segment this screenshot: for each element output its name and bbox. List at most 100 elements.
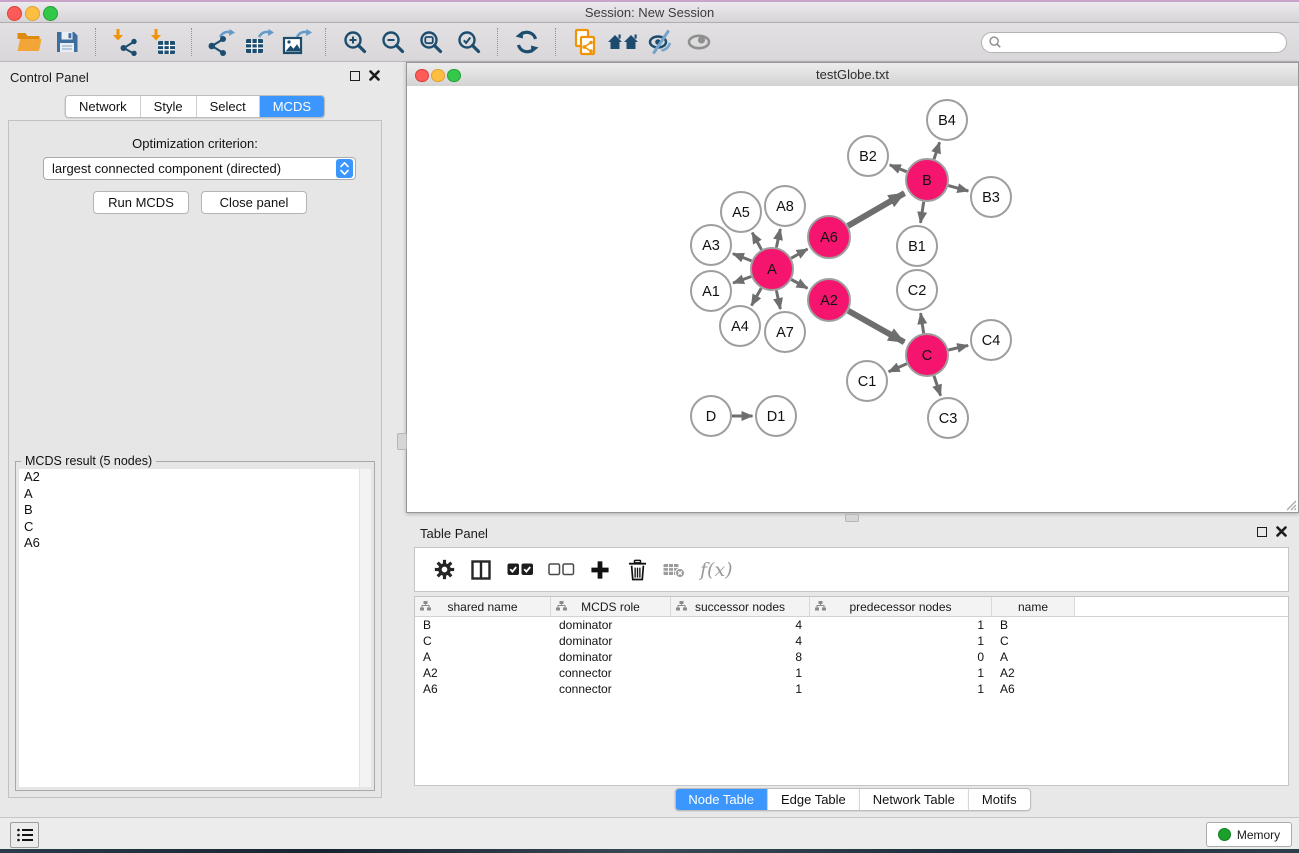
table-cell[interactable]: A2	[415, 666, 551, 680]
table-row[interactable]: A2connector11A2	[415, 665, 1288, 681]
graph-edge-C-C4[interactable]	[948, 345, 968, 350]
close-panel-button[interactable]: Close panel	[201, 191, 307, 214]
table-cell[interactable]: 1	[810, 666, 992, 680]
close-panel-icon[interactable]	[369, 70, 380, 81]
graph-node-C4[interactable]: C4	[971, 320, 1011, 360]
table-cell[interactable]: 1	[810, 634, 992, 648]
graph-edge-A2-C[interactable]	[848, 311, 904, 343]
memory-button[interactable]: Memory	[1206, 822, 1292, 847]
float-panel-icon[interactable]	[350, 71, 360, 81]
table-row[interactable]: Bdominator41B	[415, 617, 1288, 633]
graph-edge-A6-B[interactable]	[848, 193, 905, 226]
graph-edge-B-B4[interactable]	[934, 142, 940, 159]
zoom-in-icon[interactable]	[339, 26, 371, 58]
table-cell[interactable]: A6	[992, 682, 1075, 696]
delete-table-icon[interactable]	[661, 557, 687, 583]
copy-network-icon[interactable]	[569, 26, 601, 58]
graph-edge-A-A6[interactable]	[791, 249, 807, 258]
column-header-successor-nodes[interactable]: successor nodes	[671, 597, 810, 616]
graph-edge-B-B3[interactable]	[948, 186, 968, 191]
table-cell[interactable]: dominator	[551, 650, 671, 664]
zoom-out-icon[interactable]	[377, 26, 409, 58]
delete-column-icon[interactable]	[624, 557, 650, 583]
graph-edge-C-C1[interactable]	[889, 364, 907, 372]
mcds-result-item[interactable]: C	[19, 519, 371, 536]
table-cell[interactable]: connector	[551, 682, 671, 696]
resize-grip-icon[interactable]	[1283, 497, 1297, 511]
column-header-predecessor-nodes[interactable]: predecessor nodes	[810, 597, 992, 616]
run-mcds-button[interactable]: Run MCDS	[93, 191, 189, 214]
export-image-icon[interactable]	[281, 26, 313, 58]
table-options-gear-icon[interactable]	[431, 557, 457, 583]
graph-node-C2[interactable]: C2	[897, 270, 937, 310]
deselect-all-icon[interactable]	[546, 557, 576, 583]
table-cell[interactable]: connector	[551, 666, 671, 680]
graph-node-C[interactable]: C	[906, 334, 948, 376]
column-header-shared-name[interactable]: shared name	[415, 597, 551, 616]
table-row[interactable]: Cdominator41C	[415, 633, 1288, 649]
network-graph[interactable]: B4B2BB3A5A8A6A3B1AA1C2A2A4A7C4CC1C3DD1	[407, 86, 1298, 512]
graph-node-D1[interactable]: D1	[756, 396, 796, 436]
task-history-button[interactable]	[10, 822, 39, 848]
table-row[interactable]: Adominator80A	[415, 649, 1288, 665]
graph-edge-A-A8[interactable]	[776, 229, 780, 248]
graph-edge-B-B1[interactable]	[921, 202, 924, 223]
tab-network[interactable]: Network	[66, 96, 141, 117]
table-cell[interactable]: 1	[671, 666, 810, 680]
mcds-result-item[interactable]: A2	[19, 469, 371, 486]
select-all-icon[interactable]	[505, 557, 535, 583]
split-panel-icon[interactable]	[468, 557, 494, 583]
table-cell[interactable]: dominator	[551, 634, 671, 648]
import-network-icon[interactable]	[109, 26, 141, 58]
tab-select[interactable]: Select	[197, 96, 260, 117]
graph-node-A8[interactable]: A8	[765, 186, 805, 226]
show-all-icon[interactable]	[683, 26, 715, 58]
tab-mcds[interactable]: MCDS	[260, 96, 324, 117]
tab-style[interactable]: Style	[141, 96, 197, 117]
graph-node-A2[interactable]: A2	[808, 279, 850, 321]
mcds-result-item[interactable]: A6	[19, 535, 371, 552]
graph-node-C3[interactable]: C3	[928, 398, 968, 438]
tab-network-table[interactable]: Network Table	[860, 789, 969, 810]
scrollbar-track[interactable]	[359, 469, 371, 787]
graph-node-B2[interactable]: B2	[848, 136, 888, 176]
graph-edge-C-C3[interactable]	[934, 376, 941, 396]
zoom-selected-icon[interactable]	[453, 26, 485, 58]
column-header-mcds-role[interactable]: MCDS role	[551, 597, 671, 616]
tab-edge-table[interactable]: Edge Table	[768, 789, 860, 810]
network-canvas[interactable]: B4B2BB3A5A8A6A3B1AA1C2A2A4A7C4CC1C3DD1	[407, 86, 1298, 512]
graph-node-B1[interactable]: B1	[897, 226, 937, 266]
table-cell[interactable]: A2	[992, 666, 1075, 680]
table-cell[interactable]: C	[415, 634, 551, 648]
graph-edge-A-A2[interactable]	[791, 280, 807, 289]
graph-edge-B-B2[interactable]	[890, 165, 907, 172]
graph-node-A3[interactable]: A3	[691, 225, 731, 265]
table-cell[interactable]: 1	[671, 682, 810, 696]
graph-node-A4[interactable]: A4	[720, 306, 760, 346]
graph-node-A7[interactable]: A7	[765, 312, 805, 352]
graph-node-B[interactable]: B	[906, 159, 948, 201]
import-table-icon[interactable]	[147, 26, 179, 58]
table-cell[interactable]: B	[992, 618, 1075, 632]
mcds-result-item[interactable]: B	[19, 502, 371, 519]
graph-node-A6[interactable]: A6	[808, 216, 850, 258]
column-header-name[interactable]: name	[992, 597, 1075, 616]
tab-node-table[interactable]: Node Table	[675, 789, 768, 810]
close-panel-icon[interactable]	[1276, 526, 1287, 537]
graph-node-A[interactable]: A	[751, 248, 793, 290]
network-window-titlebar[interactable]: testGlobe.txt	[407, 63, 1298, 87]
zoom-fit-icon[interactable]	[415, 26, 447, 58]
table-cell[interactable]: 4	[671, 634, 810, 648]
table-cell[interactable]: dominator	[551, 618, 671, 632]
graph-edge-A-A7[interactable]	[776, 291, 780, 310]
vertical-splitter-grip[interactable]	[397, 433, 407, 450]
table-cell[interactable]: 4	[671, 618, 810, 632]
function-builder-icon[interactable]: f(x)	[700, 559, 733, 581]
graph-edge-A-A4[interactable]	[752, 288, 762, 305]
add-column-icon[interactable]	[587, 557, 613, 583]
mcds-result-list[interactable]: A2ABCA6	[19, 469, 371, 787]
graph-node-A1[interactable]: A1	[691, 271, 731, 311]
table-cell[interactable]: A	[415, 650, 551, 664]
open-session-icon[interactable]	[13, 26, 45, 58]
first-neighbors-icon[interactable]	[607, 26, 639, 58]
